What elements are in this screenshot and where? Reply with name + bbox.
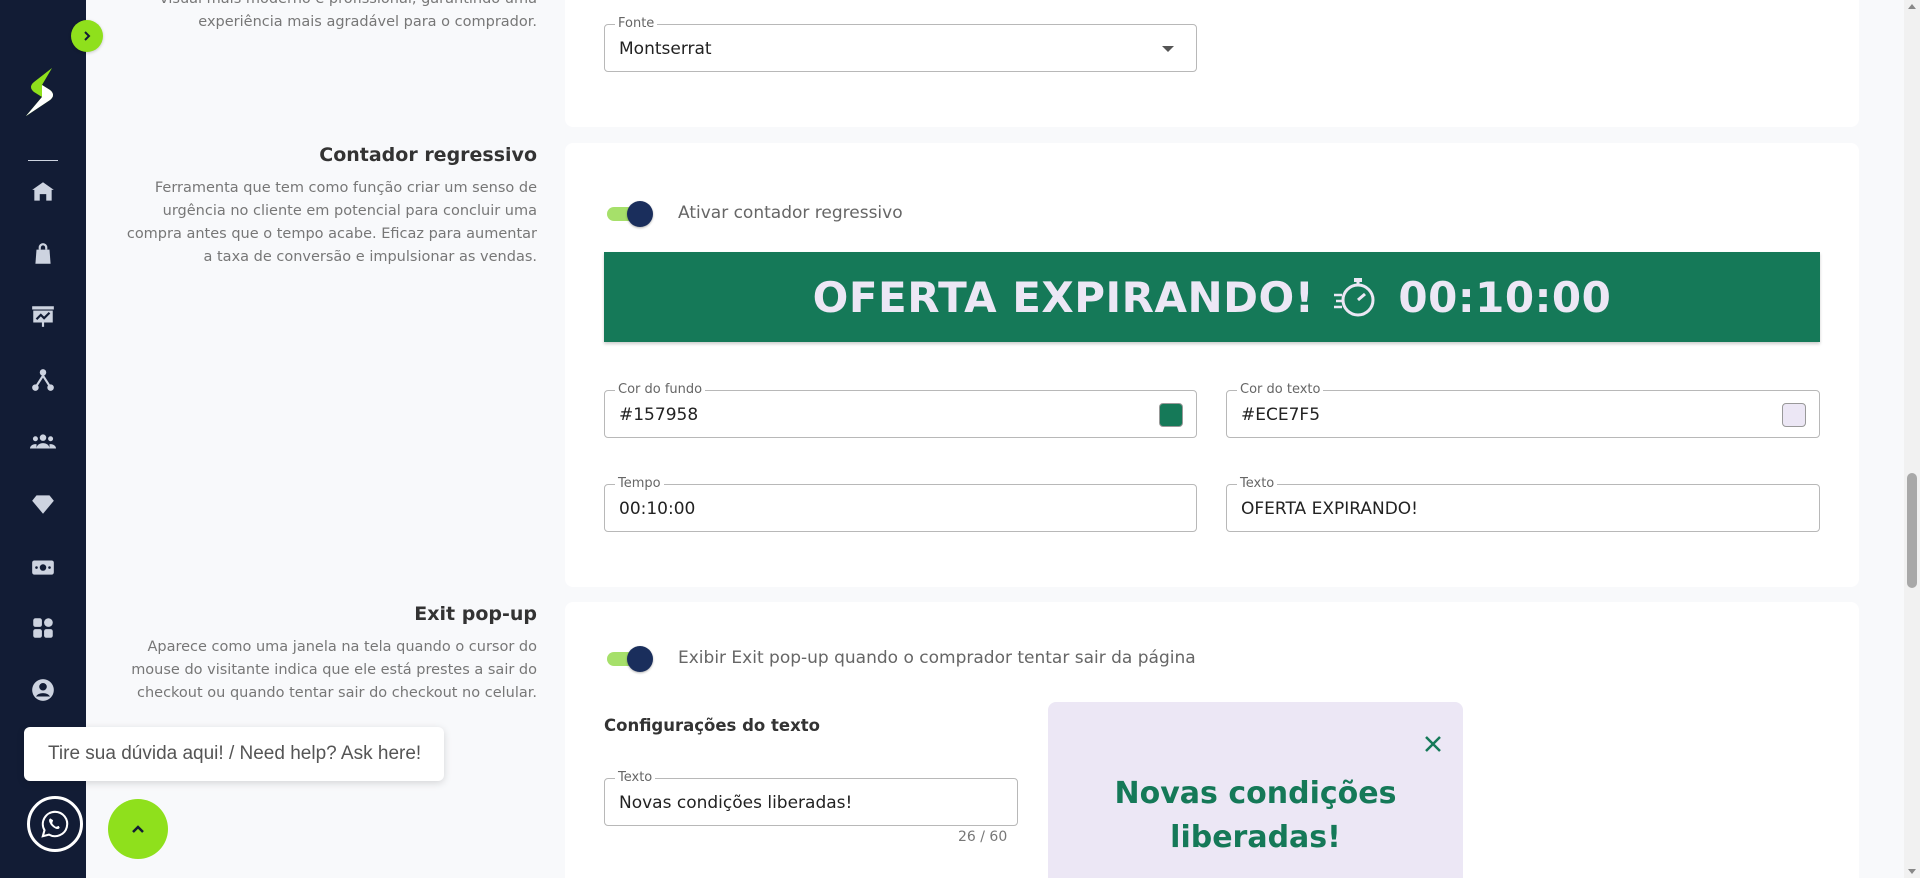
affiliates-network-icon[interactable]: [29, 366, 57, 394]
countdown-banner-preview: OFERTA EXPIRANDO! 00:10:00: [604, 252, 1820, 342]
users-group-icon[interactable]: [29, 428, 57, 456]
banner-text-field[interactable]: Texto OFERTA EXPIRANDO!: [1226, 476, 1820, 532]
font-select-value: Montserrat: [619, 39, 712, 59]
exit-popup-preview: Novas condições liberadas!: [1048, 702, 1463, 878]
text-color-swatch[interactable]: [1782, 403, 1806, 427]
brand-logo[interactable]: [20, 66, 66, 118]
chevron-right-icon: [84, 31, 91, 41]
countdown-section-description: Ferramenta que tem como função criar um …: [126, 180, 537, 265]
text-color-field[interactable]: Cor do texto #ECE7F5: [1226, 382, 1820, 438]
text-config-heading: Configurações do texto: [604, 716, 820, 735]
sidebar-expand-button[interactable]: [71, 20, 103, 52]
banner-text-field-value: OFERTA EXPIRANDO!: [1241, 499, 1418, 519]
popup-preview-title: Novas condições liberadas!: [1114, 776, 1397, 855]
banner-time: 00:10:00: [1398, 272, 1612, 322]
exit-popup-toggle-label: Exibir Exit pop-up quando o comprador te…: [678, 648, 1196, 668]
banner-text-field-label: Texto: [1237, 476, 1278, 492]
background-color-field[interactable]: Cor do fundo #157958: [604, 382, 1197, 438]
apps-grid-icon[interactable]: [29, 614, 57, 642]
countdown-section-title: Contador regressivo: [319, 144, 537, 166]
close-icon[interactable]: [1421, 732, 1445, 756]
font-select[interactable]: Fonte Montserrat: [604, 16, 1197, 72]
font-settings-card: Fonte Montserrat: [565, 0, 1859, 127]
background-color-label: Cor do fundo: [615, 382, 706, 398]
money-icon[interactable]: [29, 553, 57, 581]
popup-text-field[interactable]: Texto Novas condições liberadas!: [604, 770, 1018, 826]
help-bubble[interactable]: Tire sua dúvida aqui! / Need help? Ask h…: [24, 727, 444, 781]
scroll-up-arrow-icon[interactable]: [1908, 4, 1916, 9]
countdown-toggle[interactable]: [605, 201, 653, 227]
toggle-thumb: [627, 201, 653, 227]
account-circle-icon[interactable]: [29, 676, 57, 704]
stopwatch-icon: [1334, 278, 1375, 317]
char-counter: 26 / 60: [958, 829, 1008, 845]
shopping-bag-icon[interactable]: [29, 240, 57, 268]
font-select-label: Fonte: [615, 16, 658, 32]
exit-popup-section-description: Aparece como uma janela na tela quando o…: [131, 639, 537, 701]
page-scrollbar[interactable]: [1904, 0, 1920, 878]
scroll-to-top-button[interactable]: [108, 799, 168, 859]
popup-text-field-value: Novas condições liberadas!: [619, 793, 853, 813]
time-field-value: 00:10:00: [619, 499, 696, 519]
text-color-value: #ECE7F5: [1241, 405, 1321, 425]
dashboard-chart-icon[interactable]: [29, 302, 57, 330]
time-field-label: Tempo: [615, 476, 664, 492]
time-field[interactable]: Tempo 00:10:00: [604, 476, 1197, 532]
exit-popup-toggle[interactable]: [605, 646, 653, 672]
diamond-icon[interactable]: [29, 490, 57, 518]
help-bubble-text: Tire sua dúvida aqui! / Need help? Ask h…: [48, 743, 422, 764]
toggle-thumb: [627, 646, 653, 672]
scrollbar-thumb[interactable]: [1907, 473, 1917, 588]
caret-down-icon: [1162, 46, 1174, 52]
scroll-down-arrow-icon[interactable]: [1908, 869, 1916, 874]
font-section-description: visual mais moderno e profissional, gara…: [160, 0, 537, 30]
chevron-up-icon: [132, 825, 144, 833]
countdown-toggle-label: Ativar contador regressivo: [678, 203, 903, 223]
background-color-value: #157958: [619, 405, 699, 425]
banner-text: OFERTA EXPIRANDO!: [812, 272, 1315, 322]
background-color-swatch[interactable]: [1159, 403, 1183, 427]
home-icon[interactable]: [29, 178, 57, 206]
exit-popup-section-title: Exit pop-up: [414, 603, 537, 625]
whatsapp-icon: [41, 810, 69, 838]
text-color-label: Cor do texto: [1237, 382, 1324, 398]
popup-text-field-label: Texto: [615, 770, 656, 786]
whatsapp-button[interactable]: [27, 796, 83, 852]
sidebar-divider: [28, 160, 58, 161]
